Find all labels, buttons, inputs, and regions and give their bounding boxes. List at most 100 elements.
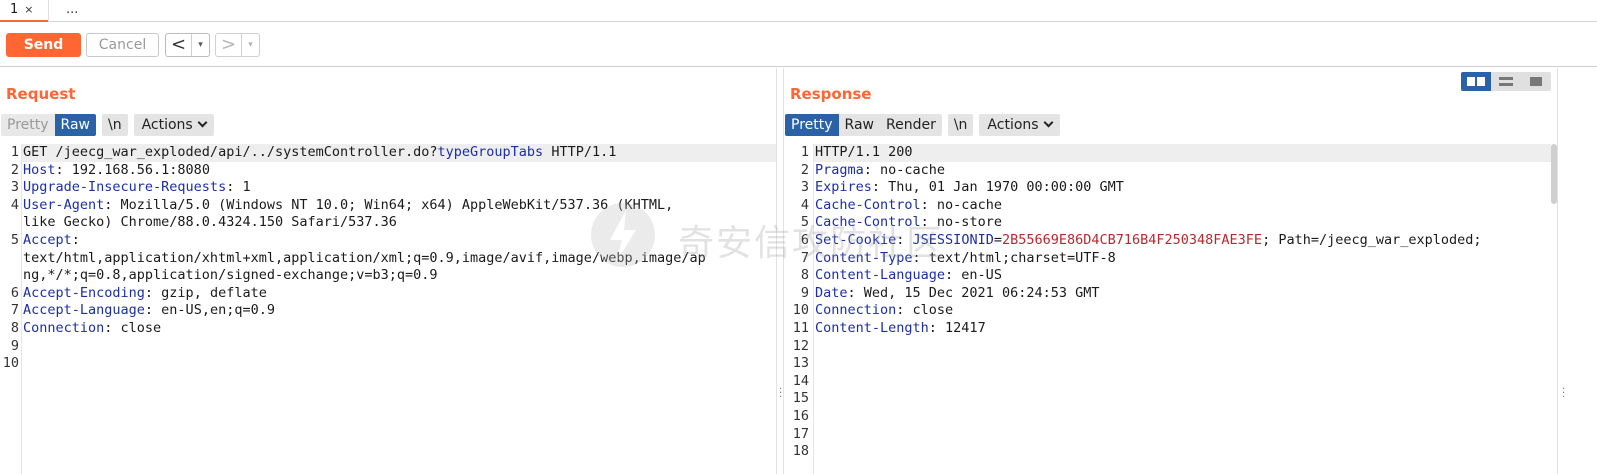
- query-param: typeGroupTabs: [437, 144, 544, 160]
- response-view-bar: Pretty Raw Render \n Actions: [785, 114, 1060, 136]
- text-segment: like Gecko) Chrome/88.0.4324.150 Safari/…: [23, 214, 397, 231]
- send-button[interactable]: Send: [6, 33, 81, 57]
- line-number: 4: [800, 196, 809, 213]
- line-number: 5: [800, 214, 809, 231]
- forward-nav-group: > ▾: [215, 33, 260, 57]
- current-line-highlight: [814, 144, 1551, 162]
- tab-new[interactable]: ...: [48, 0, 92, 22]
- pane-splitter[interactable]: · · ·: [776, 68, 784, 474]
- text-segment: : no-cache: [920, 196, 1002, 213]
- request-newline-toggle[interactable]: \n: [101, 114, 128, 136]
- request-pane: Request Pretty Raw \n Actions 1 GET /jeec…: [0, 68, 776, 474]
- code-line: 12: [784, 338, 1557, 356]
- tab-1-label: 1: [10, 2, 19, 17]
- header-name: Set-Cookie: [815, 231, 897, 248]
- code-line: ng,*/*;q=0.8,application/signed-exchange…: [0, 267, 776, 285]
- request-raw-button[interactable]: Raw: [54, 114, 96, 136]
- header-name: Content-Type: [815, 249, 913, 266]
- request-title: Request: [6, 85, 76, 103]
- text-segment: =: [993, 231, 1002, 248]
- response-actions-button[interactable]: Actions: [979, 114, 1060, 136]
- single-pane-icon[interactable]: [1521, 72, 1551, 91]
- response-newline-toggle[interactable]: \n: [947, 114, 974, 136]
- text-segment: :: [896, 231, 913, 248]
- line-number: 12: [792, 337, 809, 354]
- header-name: Cache-Control: [815, 214, 921, 231]
- line-number: 2: [10, 161, 19, 178]
- line-number: 3: [800, 179, 809, 196]
- line-content: Upgrade-Insecure-Requests: 1: [23, 179, 251, 197]
- text-segment: : no-store: [920, 214, 1002, 231]
- code-line: 4 Cache-Control: no-cache: [784, 197, 1557, 215]
- line-content: like Gecko) Chrome/88.0.4324.150 Safari/…: [23, 214, 397, 232]
- response-raw-button[interactable]: Raw: [838, 114, 880, 136]
- request-pretty-button[interactable]: Pretty: [1, 114, 55, 136]
- line-content: Content-Length: 12417: [815, 320, 986, 338]
- request-actions-button[interactable]: Actions: [133, 114, 214, 136]
- header-name: Accept-Encoding: [23, 284, 145, 301]
- code-line: 3 Upgrade-Insecure-Requests: 1: [0, 179, 776, 197]
- code-line: 7 Accept-Language: en-US,en;q=0.9: [0, 302, 776, 320]
- line-content: Accept:: [23, 232, 80, 250]
- line-number: 14: [792, 372, 809, 389]
- tab-1[interactable]: 1 ×: [0, 0, 48, 22]
- chevron-down-icon: [197, 117, 208, 128]
- code-line: 1 HTTP/1.1 200: [784, 144, 1557, 162]
- response-editor[interactable]: 1 HTTP/1.1 200 2 Pragma: no-cache 3 Expires: …: [784, 144, 1557, 474]
- code-line: 10: [0, 355, 776, 373]
- line-content: Connection: close: [23, 320, 161, 338]
- line-number: 15: [792, 390, 809, 407]
- layout-toggle: [1461, 72, 1551, 91]
- cookie-value: 2B55669E86D4CB716B4F250348FAE3FE: [1001, 231, 1263, 248]
- line-number: 7: [800, 249, 809, 266]
- line-content: Cache-Control: no-cache: [815, 197, 1002, 215]
- line-number: 1: [10, 144, 19, 160]
- text-segment: text/html,application/xhtml+xml,applicat…: [23, 249, 706, 266]
- close-icon[interactable]: ×: [24, 3, 33, 16]
- code-line: 14: [784, 373, 1557, 391]
- request-actions-label: Actions: [141, 117, 193, 133]
- text-segment: GET /jeecg_war_exploded/api/../systemCon…: [23, 144, 438, 160]
- split-columns-icon[interactable]: [1461, 72, 1491, 91]
- back-history-dropdown-icon[interactable]: ▾: [192, 34, 209, 56]
- line-content: User-Agent: Mozilla/5.0 (Windows NT 10.0…: [23, 197, 673, 215]
- tab-bar: 1 × ...: [0, 0, 1597, 22]
- line-content: Date: Wed, 15 Dec 2021 06:24:53 GMT: [815, 285, 1099, 303]
- cancel-button[interactable]: Cancel: [86, 33, 159, 57]
- text-segment: : gzip, deflate: [144, 284, 267, 301]
- tab-new-label: ...: [66, 2, 79, 17]
- line-number: 6: [800, 231, 809, 248]
- code-line: 8 Content-Language: en-US: [784, 267, 1557, 285]
- line-content: Accept-Encoding: gzip, deflate: [23, 285, 267, 303]
- chevron-right-icon[interactable]: >: [216, 34, 242, 56]
- line-number: 10: [792, 302, 809, 319]
- chevron-down-icon: [1043, 117, 1054, 128]
- chevron-left-icon[interactable]: <: [166, 34, 192, 56]
- request-editor[interactable]: 1 GET /jeecg_war_exploded/api/../systemCo…: [0, 144, 776, 474]
- code-line: 18: [784, 443, 1557, 461]
- line-number: 8: [10, 319, 19, 336]
- header-name: Upgrade-Insecure-Requests: [23, 179, 227, 196]
- line-content: Content-Type: text/html;charset=UTF-8: [815, 250, 1116, 268]
- response-pretty-button[interactable]: Pretty: [785, 114, 839, 136]
- text-segment: : 192.168.56.1:8080: [55, 161, 210, 178]
- line-content: Expires: Thu, 01 Jan 1970 00:00:00 GMT: [815, 179, 1124, 197]
- forward-history-dropdown-icon[interactable]: ▾: [242, 34, 259, 56]
- text-segment: : close: [896, 302, 954, 319]
- line-number: 5: [10, 231, 19, 248]
- text-segment: ; Path=/jeecg_war_exploded;: [1262, 231, 1482, 248]
- split-rows-icon[interactable]: [1491, 72, 1521, 91]
- response-render-button[interactable]: Render: [879, 114, 942, 136]
- code-line: 1 GET /jeecg_war_exploded/api/../systemCo…: [0, 144, 776, 162]
- header-name: Cache-Control: [815, 196, 921, 213]
- text-segment: : Mozilla/5.0 (Windows NT 10.0; Win64; x…: [104, 196, 674, 213]
- drag-handle-icon[interactable]: · · ·: [779, 385, 782, 403]
- code-line: 9 Date: Wed, 15 Dec 2021 06:24:53 GMT: [784, 285, 1557, 303]
- response-title: Response: [790, 85, 872, 103]
- line-number: 2: [800, 161, 809, 178]
- header-name: Host: [23, 161, 56, 178]
- code-line: 2 Pragma: no-cache: [784, 162, 1557, 180]
- text-segment: : Thu, 01 Jan 1970 00:00:00 GMT: [871, 179, 1124, 196]
- drag-handle-icon[interactable]: · · ·: [1562, 385, 1565, 403]
- line-content: Connection: close: [815, 302, 953, 320]
